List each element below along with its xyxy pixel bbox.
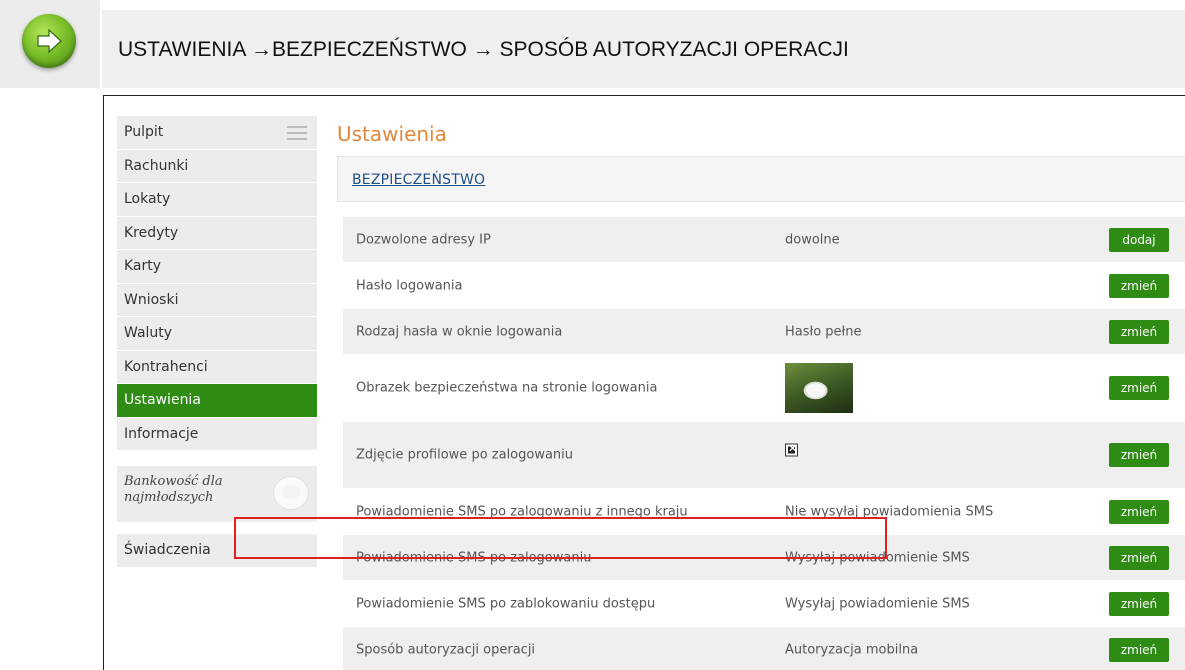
sidebar-item-waluty[interactable]: Waluty — [117, 317, 317, 351]
sidebar-item-karty[interactable]: Karty — [117, 250, 317, 284]
change-button[interactable]: zmień — [1109, 545, 1169, 570]
arrow-right-icon — [22, 14, 76, 68]
settings-row-login-password: Hasło logowania zmień — [343, 263, 1185, 309]
sidebar-item-label: Pulpit — [124, 124, 164, 140]
settings-row-security-image: Obrazek bezpieczeństwa na stronie logowa… — [343, 355, 1185, 422]
settings-row-sms-blocked-access: Powiadomienie SMS po zablokowaniu dostęp… — [343, 581, 1185, 627]
change-button[interactable]: zmień — [1109, 637, 1169, 662]
sidebar-item-lokaty[interactable]: Lokaty — [117, 183, 317, 217]
sidebar-item-label: Lokaty — [124, 191, 171, 207]
row-value: Wysyłaj powiadomienie SMS — [785, 550, 970, 565]
settings-list: Dozwolone adresy IP dowolne dodaj Hasło … — [337, 202, 1185, 670]
instruction-header: USTAWIENIA →BEZPIECZEŃSTWO → SPOSÓB AUTO… — [0, 0, 1185, 88]
sidebar-item-label: Wnioski — [124, 291, 179, 308]
profile-photo-placeholder — [785, 442, 798, 461]
sidebar-item-kredyty[interactable]: Kredyty — [117, 216, 317, 250]
change-button[interactable]: zmień — [1109, 319, 1169, 344]
row-value: dowolne — [785, 232, 840, 247]
settings-row-authorization-method: Sposób autoryzacji operacji Autoryzacja … — [343, 627, 1185, 670]
change-button[interactable]: zmień — [1109, 443, 1169, 467]
sidebar-item-wnioski[interactable]: Wnioski — [117, 283, 317, 317]
settings-row-sms-foreign-login: Powiadomienie SMS po zalogowaniu z inneg… — [343, 489, 1185, 535]
change-button[interactable]: zmień — [1109, 376, 1169, 400]
section-link-security[interactable]: BEZPIECZEŃSTWO — [352, 172, 485, 188]
row-label: Powiadomienie SMS po zalogowaniu — [356, 550, 592, 565]
settings-row-allowed-ip: Dozwolone adresy IP dowolne dodaj — [343, 217, 1185, 263]
row-label: Hasło logowania — [356, 278, 463, 293]
settings-row-sms-login: Powiadomienie SMS po zalogowaniu Wysyłaj… — [343, 535, 1185, 581]
main-content: Ustawienia BEZPIECZEŃSTWO Dozwolone adre… — [337, 116, 1185, 670]
sidebar-item-label: Karty — [124, 258, 162, 274]
section-header: BEZPIECZEŃSTWO — [337, 156, 1185, 202]
sidebar-item-pulpit[interactable]: Pulpit — [117, 116, 317, 150]
row-value: Autoryzacja mobilna — [785, 642, 919, 657]
row-label: Zdjęcie profilowe po zalogowaniu — [356, 447, 574, 463]
change-button[interactable]: zmień — [1109, 499, 1169, 524]
add-button[interactable]: dodaj — [1109, 227, 1169, 252]
daisy-photo-image — [785, 363, 853, 413]
sidebar-item-label: Ustawienia — [124, 392, 201, 408]
sidebar-item-label: Rachunki — [124, 157, 189, 174]
sidebar-item-kontrahenci[interactable]: Kontrahenci — [117, 350, 317, 384]
sidebar: Pulpit Rachunki Lokaty Kredyty Karty Wni… — [117, 116, 317, 568]
sidebar-item-label: Świadczenia — [124, 542, 211, 558]
change-button[interactable]: zmień — [1109, 591, 1169, 616]
sidebar-item-swiadczenia[interactable]: Świadczenia — [117, 534, 317, 568]
menu-icon[interactable] — [287, 126, 307, 140]
sidebar-item-ustawienia[interactable]: Ustawienia — [117, 384, 317, 418]
promo-kids-banking[interactable]: Bankowość dla najmłodszych — [117, 466, 317, 522]
sidebar-item-rachunki[interactable]: Rachunki — [117, 149, 317, 183]
row-label: Dozwolone adresy IP — [356, 232, 491, 247]
broken-image-icon — [785, 442, 798, 457]
row-label: Obrazek bezpieczeństwa na stronie logowa… — [356, 380, 658, 396]
row-value: Hasło pełne — [785, 324, 862, 339]
piggy-bank-icon — [273, 476, 309, 510]
sidebar-item-label: Kredyty — [124, 224, 179, 241]
row-value: Nie wysyłaj powiadomienia SMS — [785, 504, 994, 519]
sidebar-item-label: Waluty — [124, 325, 173, 341]
page-title: Ustawienia — [337, 122, 447, 146]
breadcrumb-title: USTAWIENIA →BEZPIECZEŃSTWO → SPOSÓB AUTO… — [118, 38, 849, 61]
settings-row-password-type: Rodzaj hasła w oknie logowania Hasło peł… — [343, 309, 1185, 355]
settings-row-profile-photo: Zdjęcie profilowe po zalogowaniu zmień — [343, 422, 1185, 489]
row-label: Rodzaj hasła w oknie logowania — [356, 324, 563, 339]
row-label: Sposób autoryzacji operacji — [356, 642, 536, 657]
sidebar-item-label: Kontrahenci — [124, 358, 208, 375]
row-label: Powiadomienie SMS po zalogowaniu z inneg… — [356, 504, 688, 519]
sidebar-item-label: Informacje — [124, 425, 199, 442]
app-window: Pulpit Rachunki Lokaty Kredyty Karty Wni… — [103, 95, 1185, 670]
arrow-box — [0, 0, 100, 88]
sidebar-item-informacje[interactable]: Informacje — [117, 417, 317, 451]
change-button[interactable]: zmień — [1109, 273, 1169, 298]
row-label: Powiadomienie SMS po zablokowaniu dostęp… — [356, 596, 656, 611]
security-image-thumbnail — [785, 363, 853, 413]
row-value: Wysyłaj powiadomienie SMS — [785, 596, 970, 611]
